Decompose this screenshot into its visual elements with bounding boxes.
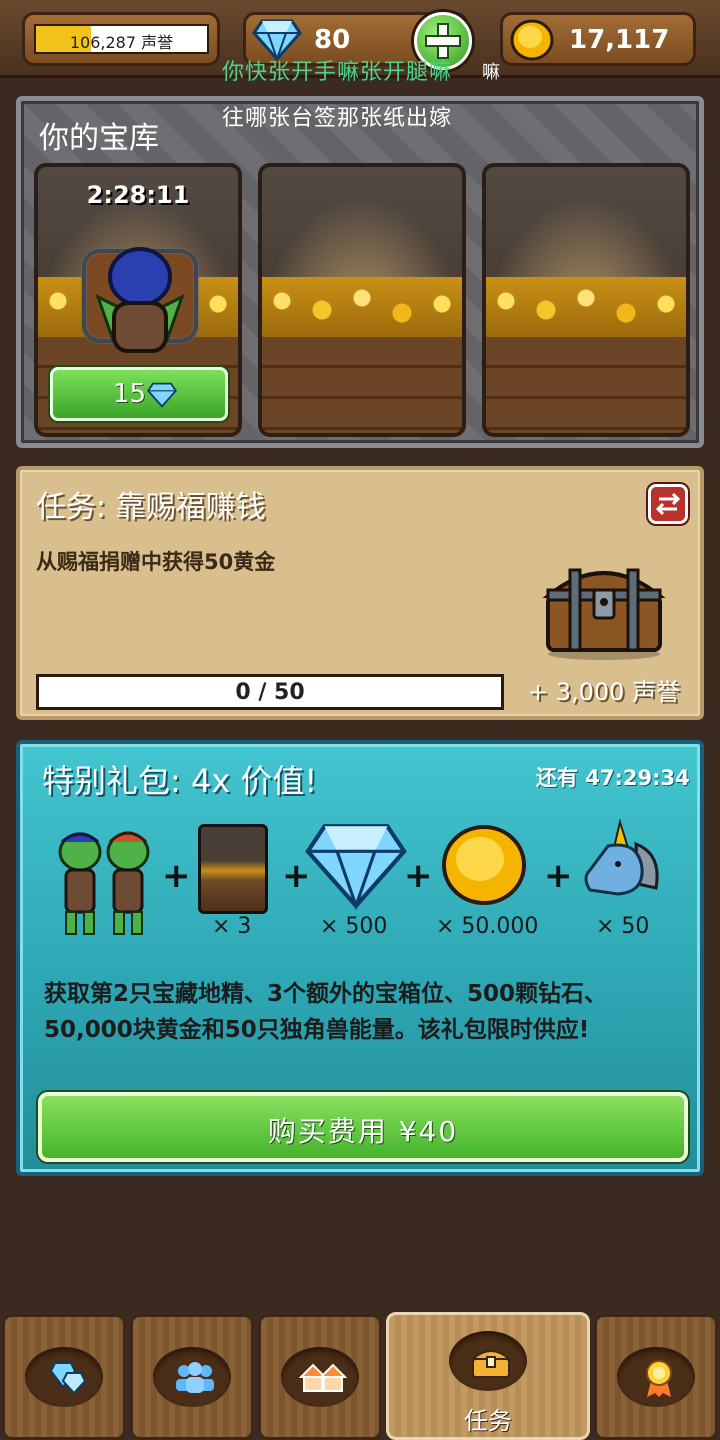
wood-planks <box>486 337 686 433</box>
special-offer-panel: 特别礼包: 4x 价值! 还有 47:29:34 + × 3 + × 500 +… <box>16 740 704 1176</box>
treasure-chest-icon <box>470 1350 512 1378</box>
gold-count: 17,117 <box>569 25 670 55</box>
quest-progress-bar: 0 / 50 <box>36 674 504 710</box>
speedup-button[interactable]: 15 <box>50 367 228 421</box>
offer-item-qty: × 500 <box>320 914 388 939</box>
swap-arrows-icon <box>655 492 681 516</box>
diamond-icon <box>147 382 177 408</box>
quest-title: 任务: 靠赐福赚钱 <box>36 490 266 525</box>
fame-meter[interactable]: 106,287 声誉 <box>22 12 220 66</box>
vault-slot-1[interactable]: 2:28:11 15 <box>34 163 242 437</box>
diamond-icon <box>305 824 407 910</box>
vault-panel: 你的宝库 2:28:11 15 <box>16 96 704 448</box>
overlay-lyric-line-1: 你快张开手嘛张开腿嘛 <box>222 60 453 85</box>
offer-title: 特别礼包: 4x 价值! <box>42 762 318 800</box>
unicorn-icon <box>584 818 659 896</box>
speedup-cost: 15 <box>113 379 147 409</box>
overlay-lyric-tail: 嘛 <box>482 62 500 83</box>
tab-quests-label: 任务 <box>464 1407 512 1435</box>
offer-timer: 还有 47:29:34 <box>536 766 690 790</box>
plus-sign: + <box>404 856 433 896</box>
buy-offer-label: 购买费用 ¥40 <box>267 1115 459 1148</box>
gold-pile <box>262 277 462 337</box>
vault-title: 你的宝库 <box>39 121 159 156</box>
medal-icon <box>646 1360 672 1397</box>
tab-quests[interactable]: 任务 <box>386 1312 590 1440</box>
wood-planks <box>262 337 462 433</box>
fame-progress-bar: 106,287 声誉 <box>34 24 209 54</box>
gold-coin-icon <box>510 19 554 61</box>
goblins-icon <box>58 831 150 935</box>
vault-slot-icon <box>198 824 268 914</box>
gold-coin-icon <box>442 825 526 905</box>
offer-description: 获取第2只宝藏地精、3个额外的宝箱位、500颗钻石、50,000块黄金和50只独… <box>44 981 608 1043</box>
fame-value: 106,287 声誉 <box>69 33 174 52</box>
switch-quest-button[interactable] <box>648 484 688 524</box>
tab-gems[interactable] <box>2 1314 126 1440</box>
offer-item-qty: × 3 <box>212 914 252 939</box>
tab-achievements[interactable] <box>594 1314 718 1440</box>
gem-count: 80 <box>314 25 351 55</box>
slot-timer: 2:28:11 <box>86 181 190 209</box>
gold-pile <box>486 277 686 337</box>
gems-icon <box>49 1362 87 1395</box>
gold-counter[interactable]: 17,117 <box>500 12 696 66</box>
vault-slot-2[interactable] <box>258 163 466 437</box>
goblin-chest-icon <box>81 247 199 353</box>
overlay-lyric-line-2: 往哪张台签那张纸出嫁 <box>222 106 453 131</box>
tab-community[interactable] <box>130 1314 254 1440</box>
quest-description: 从赐福捐赠中获得50黄金 <box>36 550 276 574</box>
people-icon <box>176 1362 214 1393</box>
quest-reward: + 3,000 声誉 <box>528 678 681 706</box>
quest-panel: 任务: 靠赐福赚钱 从赐福捐赠中获得50黄金 0 / 50 + 3,000 声誉 <box>16 466 704 720</box>
buy-offer-button[interactable]: 购买费用 ¥40 <box>38 1092 688 1162</box>
offer-item-qty: × 50.000 <box>436 914 539 939</box>
tab-buildings[interactable] <box>258 1314 382 1440</box>
houses-icon <box>299 1363 347 1392</box>
quest-progress-text: 0 / 50 <box>235 680 305 705</box>
plus-sign: + <box>544 856 573 896</box>
plus-sign: + <box>162 856 191 896</box>
vault-slot-3[interactable] <box>482 163 690 437</box>
treasure-chest-icon <box>542 568 666 660</box>
offer-item-qty: × 50 <box>596 914 650 939</box>
